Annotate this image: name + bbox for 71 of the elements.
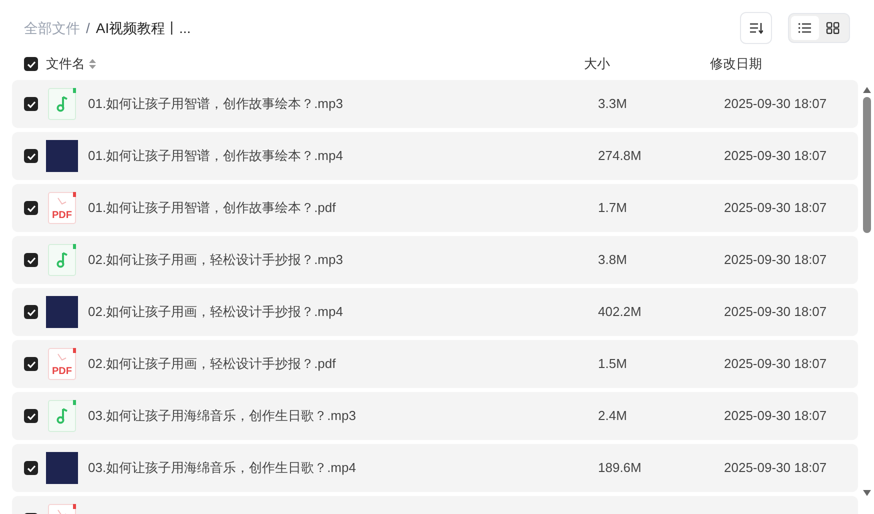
checkmark-icon bbox=[26, 100, 36, 108]
file-name[interactable]: 03.如何让孩子用海绵音乐，创作生日歌？.mp4 bbox=[88, 458, 598, 478]
video-thumbnail bbox=[46, 296, 78, 328]
checkmark-icon bbox=[26, 152, 36, 160]
file-name[interactable]: 02.如何让孩子用画，轻松设计手抄报？.mp3 bbox=[88, 250, 598, 270]
file-size: 3.3M bbox=[598, 95, 628, 114]
file-name[interactable]: 01.如何让孩子用智谱，创作故事绘本？.mp4 bbox=[88, 146, 598, 166]
checkmark-icon bbox=[26, 412, 36, 420]
checkmark-icon bbox=[26, 464, 36, 472]
checkmark-icon bbox=[26, 308, 36, 316]
checkbox[interactable] bbox=[24, 409, 38, 423]
file-row[interactable]: 02.如何让孩子用画，轻松设计手抄报？.mp3 3.8M 2025-09-30 18:07 bbox=[12, 236, 858, 284]
file-row[interactable]: 03.如何让孩子用海绵音乐，创作生日歌？.mp3 2.4M 2025-09-30 18:07 bbox=[12, 392, 858, 440]
modified-date: 2025-09-30 18:07 bbox=[724, 251, 827, 270]
checkmark-icon bbox=[26, 360, 36, 368]
checkbox[interactable] bbox=[24, 149, 38, 163]
checkbox[interactable] bbox=[24, 253, 38, 267]
modified-date: 2025-09-30 18:07 bbox=[724, 459, 827, 478]
file-name[interactable]: 01.如何让孩子用智谱，创作故事绘本？.mp3 bbox=[88, 94, 598, 114]
sort-icon[interactable] bbox=[89, 59, 96, 69]
checkbox[interactable] bbox=[24, 57, 38, 71]
music-file-icon bbox=[48, 88, 76, 120]
list-view-button[interactable] bbox=[791, 16, 819, 40]
checkmark-icon bbox=[26, 204, 36, 212]
checkbox[interactable] bbox=[24, 201, 38, 215]
checkmark-icon bbox=[26, 256, 36, 264]
file-row[interactable]: 03.如何让孩子用海绵音乐，创作生日歌？.mp4 189.6M 2025-09-30 18:07 bbox=[12, 444, 858, 492]
modified-date: 2025-09-30 18:07 bbox=[724, 407, 827, 426]
grid-icon bbox=[826, 22, 840, 34]
checkbox[interactable] bbox=[24, 305, 38, 319]
music-file-icon bbox=[48, 400, 76, 432]
list-icon bbox=[798, 22, 812, 34]
modified-date: 2025-09-30 18:07 bbox=[724, 95, 827, 114]
breadcrumb-current[interactable]: AI视频教程丨... bbox=[96, 18, 191, 38]
file-name[interactable]: 03.如何让孩子用海绵音乐，创作生日歌？.mp3 bbox=[88, 406, 598, 426]
checkbox[interactable] bbox=[24, 97, 38, 111]
modified-date: 2025-09-30 18:07 bbox=[724, 303, 827, 322]
modified-date: 2025-09-30 18:07 bbox=[724, 355, 827, 374]
file-size: 3.8M bbox=[598, 251, 628, 270]
checkbox[interactable] bbox=[24, 461, 38, 475]
scroll-up-icon[interactable] bbox=[863, 87, 871, 93]
modified-date: 2025-09-30 18:07 bbox=[724, 199, 827, 218]
file-size: 189.6M bbox=[598, 459, 642, 478]
column-header: 大小 bbox=[584, 55, 611, 74]
pdf-file-icon: PDF bbox=[48, 192, 76, 224]
file-size: 1.7M bbox=[598, 199, 628, 218]
breadcrumb-separator: / bbox=[86, 18, 90, 38]
file-size: 274.8M bbox=[598, 147, 642, 166]
file-size: 1.5M bbox=[598, 355, 628, 374]
music-file-icon bbox=[48, 244, 76, 276]
file-row[interactable]: 01.如何让孩子用智谱，创作故事绘本？.mp3 3.3M 2025-09-30 18:07 bbox=[12, 80, 858, 128]
scroll-down-icon[interactable] bbox=[863, 490, 871, 496]
modified-date: 2025-09-30 18:07 bbox=[724, 147, 827, 166]
file-row[interactable]: 02.如何让孩子用画，轻松设计手抄报？.mp4 402.2M 2025-09-30 18:07 bbox=[12, 288, 858, 336]
file-name[interactable]: 02.如何让孩子用画，轻松设计手抄报？.mp4 bbox=[88, 302, 598, 322]
sort-button[interactable] bbox=[740, 12, 772, 44]
file-size: 402.2M bbox=[598, 303, 642, 322]
video-thumbnail bbox=[46, 452, 78, 484]
column-header[interactable]: 文件名 bbox=[46, 54, 584, 74]
checkmark-icon bbox=[26, 60, 36, 68]
file-name[interactable]: 01.如何让孩子用智谱，创作故事绘本？.pdf bbox=[88, 198, 598, 218]
column-header: 修改日期 bbox=[710, 55, 762, 74]
video-thumbnail bbox=[46, 140, 78, 172]
sort-icon bbox=[749, 22, 763, 34]
file-size: 2.4M bbox=[598, 407, 628, 426]
pdf-file-icon: PDF bbox=[48, 348, 76, 380]
checkbox[interactable] bbox=[24, 357, 38, 371]
file-row[interactable]: PDF 02.如何让孩子用画，轻松设计手抄报？.pdf 1.5M 2025-09-30 18:07 bbox=[12, 340, 858, 388]
file-row[interactable]: PDF 01.如何让孩子用智谱，创作故事绘本？.pdf 1.7M 2025-09-30 18:07 bbox=[12, 184, 858, 232]
file-name[interactable]: 02.如何让孩子用画，轻松设计手抄报？.pdf bbox=[88, 354, 598, 374]
file-row[interactable]: 01.如何让孩子用智谱，创作故事绘本？.mp4 274.8M 2025-09-30 18:07 bbox=[12, 132, 858, 180]
